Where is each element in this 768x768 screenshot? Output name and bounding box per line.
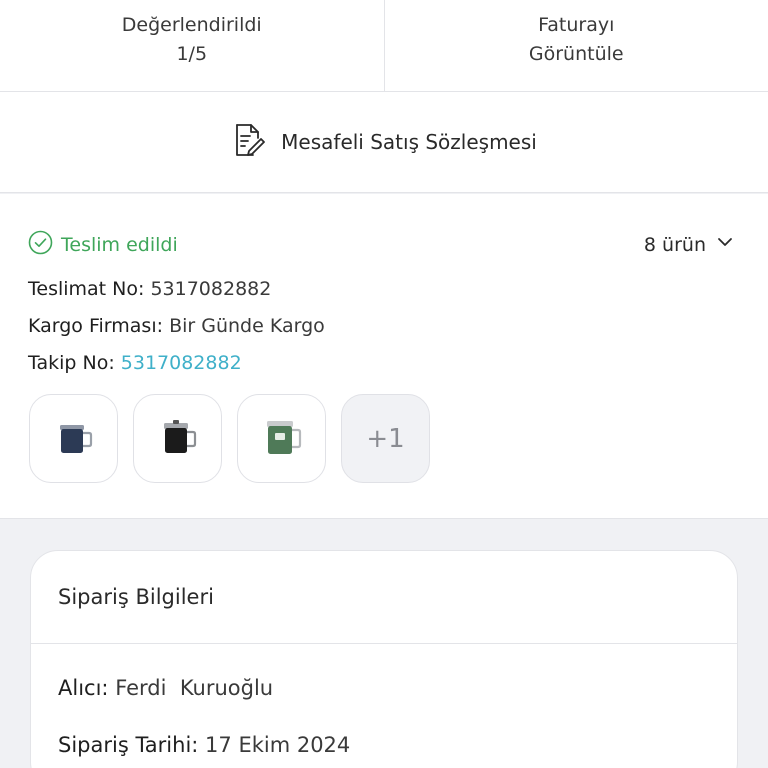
mug-icon xyxy=(163,419,196,453)
order-date-label: Sipariş Tarihi: xyxy=(58,733,199,757)
tracking-row: Takip No: 5317082882 xyxy=(28,352,242,374)
status-group: Teslim edildi xyxy=(28,230,178,259)
recipient-row: Alıcı: Ferdi Kuruoğlu xyxy=(58,676,273,700)
chevron-down-icon xyxy=(716,233,734,256)
more-products-badge[interactable]: +1 xyxy=(341,394,430,483)
top-actions-bar: Değerlendirildi 1/5 Faturayı Görüntüle xyxy=(0,0,768,92)
product-thumb-black-mug[interactable] xyxy=(133,394,222,483)
product-thumbnails: +1 xyxy=(29,394,430,483)
mug-icon xyxy=(59,424,92,453)
delivery-no-value: 5317082882 xyxy=(150,278,272,300)
invoice-label-line2: Görüntüle xyxy=(528,42,624,65)
rating-label: Değerlendirildi xyxy=(121,13,262,36)
tracking-label: Takip No: xyxy=(28,352,115,374)
order-info-title: Sipariş Bilgileri xyxy=(31,551,737,644)
delivery-no-label: Teslimat No: xyxy=(28,278,145,300)
delivery-no-row: Teslimat No: 5317082882 xyxy=(28,278,271,300)
item-count: 8 ürün xyxy=(643,233,706,256)
product-thumb-green-mug[interactable] xyxy=(237,394,326,483)
delivery-status-row: Teslim edildi 8 ürün xyxy=(28,230,734,259)
order-info-card: Sipariş Bilgileri Alıcı: Ferdi Kuruoğlu … xyxy=(30,550,738,768)
delivery-status: Teslim edildi xyxy=(61,233,178,256)
order-date-row: Sipariş Tarihi: 17 Ekim 2024 xyxy=(58,733,350,757)
delivery-section: Teslim edildi 8 ürün Teslimat No: 531708… xyxy=(0,194,768,519)
tracking-link[interactable]: 5317082882 xyxy=(121,352,242,374)
rating-action[interactable]: Değerlendirildi 1/5 xyxy=(0,0,384,91)
carrier-label: Kargo Firması: xyxy=(28,315,164,337)
document-edit-icon xyxy=(231,122,267,162)
carrier-value: Bir Günde Kargo xyxy=(169,315,325,337)
carrier-row: Kargo Firması: Bir Günde Kargo xyxy=(28,315,325,337)
more-products-count: +1 xyxy=(366,423,405,454)
mug-icon xyxy=(266,420,301,454)
check-circle-icon xyxy=(28,230,53,259)
contract-label: Mesafeli Satış Sözleşmesi xyxy=(281,130,537,154)
invoice-label-line1: Faturayı xyxy=(538,13,615,36)
product-thumb-navy-mug[interactable] xyxy=(29,394,118,483)
distance-sales-contract-link[interactable]: Mesafeli Satış Sözleşmesi xyxy=(0,92,768,193)
order-date-value: 17 Ekim 2024 xyxy=(205,733,351,757)
recipient-value: Ferdi Kuruoğlu xyxy=(115,676,274,700)
recipient-label: Alıcı: xyxy=(58,676,109,700)
view-invoice-button[interactable]: Faturayı Görüntüle xyxy=(383,0,768,91)
item-count-toggle[interactable]: 8 ürün xyxy=(644,233,734,256)
rating-value: 1/5 xyxy=(176,42,208,65)
